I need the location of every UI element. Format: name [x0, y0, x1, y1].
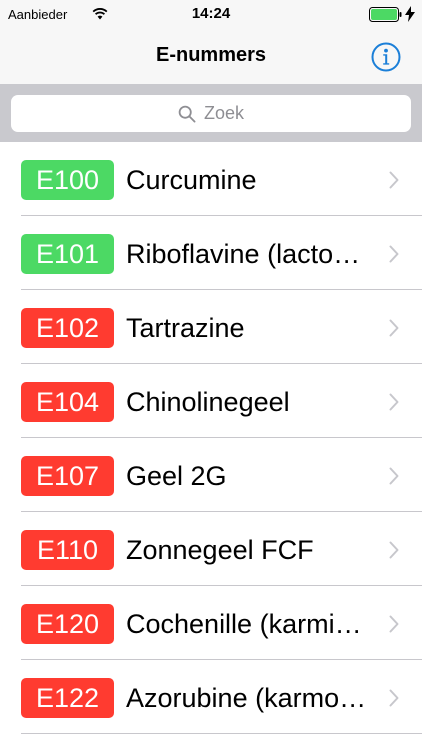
list-item[interactable]: E122 Azorubine (karmo…	[0, 660, 422, 734]
e-code-badge: E120	[21, 604, 114, 644]
list-item[interactable]: E104 Chinolinegeel	[0, 364, 422, 438]
chevron-right-icon	[389, 245, 399, 263]
e-code-badge: E102	[21, 308, 114, 348]
search-input[interactable]: Zoek	[11, 95, 411, 132]
list-item[interactable]: E102 Tartrazine	[0, 290, 422, 364]
chevron-right-icon	[389, 467, 399, 485]
e-code-badge: E122	[21, 678, 114, 718]
list-item[interactable]: E101 Riboflavine (lacto…	[0, 216, 422, 290]
page-title: E-nummers	[155, 44, 267, 66]
chevron-right-icon	[389, 393, 399, 411]
additive-name: Chinolinegeel	[126, 387, 290, 417]
chevron-right-icon	[389, 171, 399, 189]
additive-name: Riboflavine (lacto…	[126, 239, 361, 269]
additive-name: Azorubine (karmo…	[126, 683, 367, 713]
row-separator	[21, 733, 422, 734]
list-item[interactable]: E107 Geel 2G	[0, 438, 422, 512]
search-input-content: Zoek	[11, 95, 411, 132]
chevron-right-icon	[389, 541, 399, 559]
search-placeholder: Zoek	[203, 103, 245, 123]
charging-bolt-icon	[405, 6, 415, 22]
additive-name: Geel 2G	[126, 461, 227, 491]
status-time: 14:24	[191, 5, 231, 22]
chevron-right-icon	[389, 689, 399, 707]
list-item[interactable]: E100 Curcumine	[0, 142, 422, 216]
e-number-list: E100 Curcumine E101 Riboflavine (lacto… E102…	[0, 142, 422, 734]
additive-name: Cochenille (karmi…	[126, 609, 362, 639]
status-bar: Aanbieder 14:24	[0, 0, 422, 30]
info-button[interactable]	[371, 42, 401, 72]
chevron-right-icon	[389, 319, 399, 337]
list-item[interactable]: E110 Zonnegeel FCF	[0, 512, 422, 586]
navigation-bar: E-nummers	[0, 30, 422, 84]
search-icon	[178, 105, 196, 123]
chevron-right-icon	[389, 615, 399, 633]
battery-icon	[369, 7, 402, 22]
e-code-badge: E107	[21, 456, 114, 496]
list-item[interactable]: E120 Cochenille (karmi…	[0, 586, 422, 660]
e-code-badge: E104	[21, 382, 114, 422]
additive-name: Tartrazine	[126, 313, 245, 343]
e-code-badge: E100	[21, 160, 114, 200]
e-code-badge: E110	[21, 530, 114, 570]
search-bar: Zoek	[0, 84, 422, 142]
screen: Aanbieder 14:24 E-nummers Zoek E100 Curc…	[0, 0, 422, 750]
e-code-badge: E101	[21, 234, 114, 274]
info-icon	[371, 42, 401, 72]
additive-name: Curcumine	[126, 165, 257, 195]
additive-name: Zonnegeel FCF	[126, 535, 314, 565]
